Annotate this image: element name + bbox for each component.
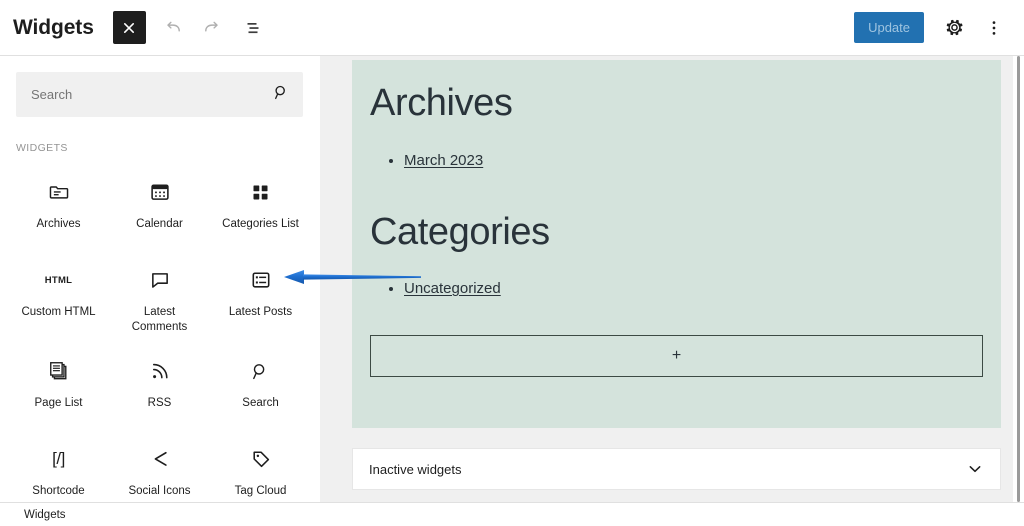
chevron-down-icon[interactable] (966, 460, 984, 478)
list-item: Uncategorized (404, 277, 983, 301)
widget-label: Latest Posts (229, 305, 292, 320)
widget-item-latest-posts[interactable]: Latest Posts (210, 256, 311, 343)
archive-link-march-2023[interactable]: March 2023 (404, 152, 483, 169)
widget-item-search[interactable]: Search (210, 347, 311, 431)
widget-label: Calendar (136, 217, 183, 232)
redo-arrow-icon (202, 18, 221, 37)
widget-label: Shortcode (32, 484, 84, 499)
tag-icon (250, 447, 272, 471)
breadcrumb[interactable]: Widgets (24, 509, 66, 521)
search-icon (250, 359, 271, 383)
widgets-editor-app: Widgets Update (0, 0, 1024, 526)
plus-icon: + (672, 348, 681, 364)
widget-label: RSS (148, 396, 172, 411)
inactive-widgets-label: Inactive widgets (369, 462, 462, 477)
share-icon (149, 447, 171, 471)
widget-grid: Archives Calendar (0, 154, 319, 502)
search-container (16, 72, 303, 117)
grid-four-squares-icon (250, 180, 271, 204)
widget-item-archives[interactable]: Archives (8, 168, 109, 252)
widget-item-social-icons[interactable]: Social Icons (109, 435, 210, 502)
widget-item-shortcode[interactable]: [/] Shortcode (8, 435, 109, 502)
widget-item-calendar[interactable]: Calendar (109, 168, 210, 252)
widget-label: Page List (35, 396, 83, 411)
redo-button[interactable] (196, 12, 228, 44)
widget-item-page-list[interactable]: Page List (8, 347, 109, 431)
vertical-scrollbar[interactable] (1012, 56, 1024, 502)
html-text-icon: HTML (45, 268, 73, 292)
undo-button[interactable] (158, 12, 190, 44)
header-actions: Update (854, 12, 1012, 44)
block-inserter-sidebar: WIDGETS Archives (0, 56, 320, 502)
list-view-button[interactable] (238, 12, 270, 44)
block-heading-categories[interactable]: Categories (370, 211, 983, 254)
more-options-button[interactable] (978, 12, 1010, 44)
rss-icon (149, 359, 171, 383)
widget-label: Categories List (222, 217, 299, 232)
stacked-pages-icon (48, 359, 70, 383)
widget-label: Search (242, 396, 278, 411)
categories-list: Uncategorized (404, 277, 983, 301)
folder-lines-icon (48, 180, 70, 204)
list-box-icon (250, 268, 272, 292)
gear-icon (944, 17, 965, 38)
widgets-section-label: WIDGETS (16, 142, 319, 154)
three-dots-vertical-icon (985, 19, 1003, 37)
undo-arrow-icon (164, 18, 183, 37)
page-title: Widgets (13, 16, 94, 40)
widget-label: Tag Cloud (235, 484, 287, 499)
editor-header: Widgets Update (0, 0, 1024, 56)
widget-label: Custom HTML (21, 305, 95, 320)
bracket-slash-icon: [/] (52, 447, 65, 471)
block-heading-archives[interactable]: Archives (370, 82, 983, 125)
widget-label: Latest Comments (118, 305, 202, 335)
widget-label: Archives (36, 217, 80, 232)
archives-list: March 2023 (404, 149, 983, 173)
widget-area-sidebar[interactable]: Archives March 2023 Categories Uncategor… (352, 60, 1001, 428)
widget-item-custom-html[interactable]: HTML Custom HTML (8, 256, 109, 343)
update-button[interactable]: Update (854, 12, 924, 43)
search-input[interactable] (16, 72, 303, 117)
editor-footer-breadcrumb: Widgets (0, 502, 1024, 526)
widget-item-latest-comments[interactable]: Latest Comments (109, 256, 210, 343)
add-block-button[interactable]: + (370, 335, 983, 377)
scrollbar-thumb[interactable] (1017, 56, 1020, 502)
widget-item-categories-list[interactable]: Categories List (210, 168, 311, 252)
calendar-icon (149, 180, 171, 204)
category-link-uncategorized[interactable]: Uncategorized (404, 280, 501, 297)
inactive-widgets-panel[interactable]: Inactive widgets (352, 448, 1001, 490)
close-inserter-button[interactable] (113, 11, 146, 44)
widget-label: Social Icons (128, 484, 190, 499)
list-view-icon (244, 18, 264, 38)
widget-item-rss[interactable]: RSS (109, 347, 210, 431)
settings-button[interactable] (938, 12, 970, 44)
list-item: March 2023 (404, 149, 983, 173)
close-icon (121, 20, 137, 36)
widget-item-tag-cloud[interactable]: Tag Cloud (210, 435, 311, 502)
speech-bubble-icon (149, 268, 171, 292)
editor-canvas: Archives March 2023 Categories Uncategor… (321, 56, 1013, 502)
sidebar-edge (313, 56, 320, 502)
